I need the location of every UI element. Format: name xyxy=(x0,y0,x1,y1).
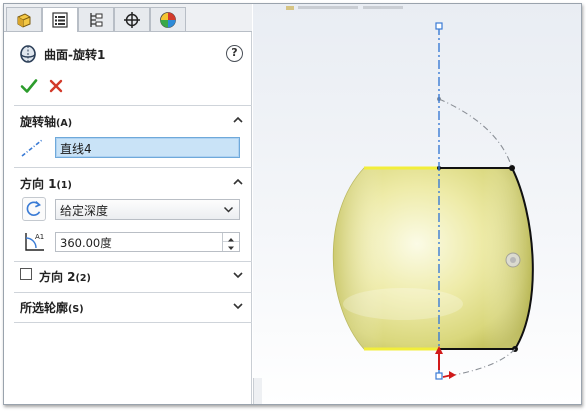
tab-configuration-manager[interactable] xyxy=(78,7,114,31)
axis-selection-field[interactable]: 直线4 xyxy=(55,137,240,158)
axis-section-header[interactable]: 旋转轴(A) xyxy=(20,111,250,131)
direction1-section-header[interactable]: 方向 1(1) xyxy=(20,173,250,193)
manager-tab-bar xyxy=(4,4,252,32)
chevron-down-icon[interactable] xyxy=(232,300,244,312)
arrow-down-icon xyxy=(228,246,234,250)
solidworks-window: 曲面-旋转1 ? 旋转轴(A) 直线4 方向 1(1) 给定深度 A1 360.… xyxy=(3,3,582,405)
configuration-icon xyxy=(90,12,103,27)
feature-title-row: 曲面-旋转1 ? xyxy=(4,44,252,66)
direction2-checkbox[interactable] xyxy=(20,268,32,280)
graphics-area[interactable] xyxy=(253,4,582,405)
end-condition-value: 给定深度 xyxy=(60,204,109,218)
chevron-down-icon xyxy=(223,206,234,213)
axis-section-title: 旋转轴(A) xyxy=(20,115,73,129)
help-button[interactable]: ? xyxy=(226,45,243,62)
chevron-down-icon[interactable] xyxy=(232,269,244,281)
model-preview[interactable] xyxy=(253,4,582,405)
revolve-surface-icon xyxy=(20,45,36,63)
partial-label-fragment xyxy=(286,6,403,10)
angle-icon: A1 xyxy=(25,233,44,251)
spin-up-button[interactable] xyxy=(223,233,239,242)
panel-resize-handle[interactable] xyxy=(253,378,262,404)
axis-endpoint-handle[interactable] xyxy=(435,372,443,380)
direction2-section-title: 方向 2(2) xyxy=(39,270,91,284)
contours-section-title: 所选轮廓(S) xyxy=(20,301,84,315)
contours-section-header[interactable]: 所选轮廓(S) xyxy=(20,297,250,317)
surface-highlight xyxy=(343,288,463,320)
separator xyxy=(14,105,252,106)
separator xyxy=(14,261,252,262)
sketch-point[interactable] xyxy=(509,165,515,171)
direction1-section-title: 方向 1(1) xyxy=(20,177,72,191)
crosshair-icon xyxy=(124,11,140,28)
chevron-up-icon[interactable] xyxy=(232,176,244,188)
surface-shading xyxy=(333,168,533,349)
svg-text:A1: A1 xyxy=(35,233,44,241)
separator xyxy=(14,167,252,168)
tab-dimxpert-manager[interactable] xyxy=(114,7,150,31)
tab-feature-manager[interactable] xyxy=(6,7,42,31)
separator xyxy=(14,322,252,323)
drag-handle-center xyxy=(510,257,516,263)
axis-endpoint-handle[interactable] xyxy=(435,22,443,30)
feature-title: 曲面-旋转1 xyxy=(44,48,106,62)
preview-arc-top xyxy=(438,98,513,169)
direction2-section-header[interactable]: 方向 2(2) xyxy=(39,266,250,286)
end-condition-select[interactable]: 给定深度 xyxy=(55,199,240,220)
tab-display-manager[interactable] xyxy=(150,7,186,31)
appearance-pie-icon xyxy=(160,11,176,28)
tab-property-manager[interactable] xyxy=(42,7,78,32)
angle-input[interactable]: 360.00度 xyxy=(55,232,240,252)
reverse-direction-button[interactable] xyxy=(22,197,46,221)
property-list-icon xyxy=(52,12,68,28)
spin-down-button[interactable] xyxy=(223,242,239,251)
angle-spinner[interactable] xyxy=(222,233,239,251)
preview-arc-bottom xyxy=(442,348,516,378)
feature-tree-icon xyxy=(17,12,31,28)
separator xyxy=(14,292,252,293)
ok-check-button[interactable] xyxy=(20,77,38,95)
property-manager-panel: 曲面-旋转1 ? 旋转轴(A) 直线4 方向 1(1) 给定深度 A1 360.… xyxy=(4,4,252,404)
reverse-direction-icon xyxy=(26,201,42,216)
cancel-x-button[interactable] xyxy=(48,78,64,94)
rotation-arrowhead xyxy=(449,371,456,379)
axis-line-icon xyxy=(21,139,43,157)
chevron-up-icon[interactable] xyxy=(232,114,244,126)
